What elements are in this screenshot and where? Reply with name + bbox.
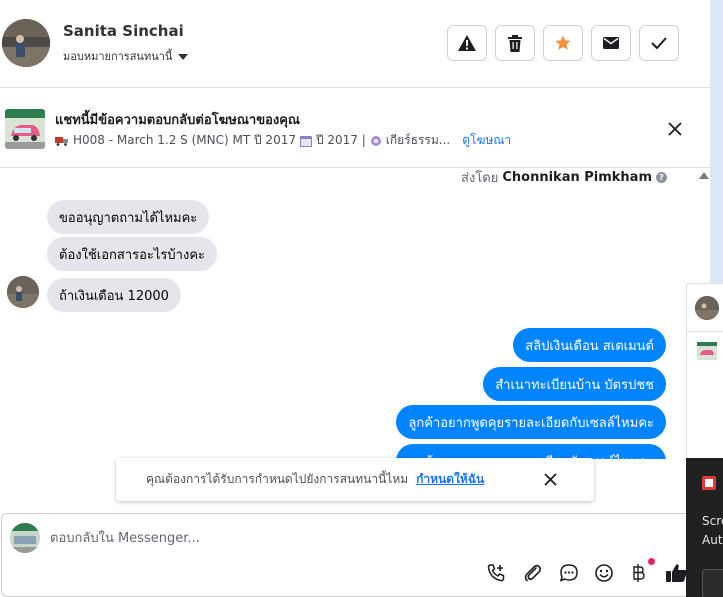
ad-year-text: ปี 2017 |: [315, 133, 366, 147]
ad-banner-title: แชทนี้มีข้อความตอบกลับต่อโฆษณาของคุณ: [55, 113, 300, 128]
incoming-message[interactable]: ขออนุญาตถามได้ไหมคะ: [47, 200, 210, 234]
notification-dot: [648, 558, 655, 565]
emoji-icon: [595, 564, 613, 582]
delete-button[interactable]: [495, 25, 535, 61]
close-icon: [668, 122, 682, 136]
assign-prompt-text: คุณต้องการได้รับการกำหนดไปยังการสนทนานี้…: [146, 472, 409, 486]
view-ad-link[interactable]: ดูโฆษณา: [462, 131, 511, 150]
app-logo-icon: [702, 476, 716, 490]
assign-to-me-link[interactable]: กำหนดให้ฉัน: [416, 470, 484, 489]
star-icon: [555, 35, 571, 50]
panel-divider: [687, 331, 723, 332]
saved-replies-button[interactable]: [558, 562, 580, 584]
outgoing-message[interactable]: สำเนาทะเบียนบ้าน บัตรปชช: [483, 367, 666, 401]
screen-recorder-popup[interactable]: Scre Aut: [686, 458, 723, 597]
assign-prompt-toast: คุณต้องการได้รับการกำหนดไปยังการสนทนานี้…: [116, 458, 594, 501]
side-contact-avatar[interactable]: [695, 296, 719, 320]
outgoing-message[interactable]: สลิปเงินเดือน สเตเมนต์: [513, 328, 666, 362]
ad-vehicle-text: H008 - March 1.2 S (MNC) MT ปี 2017: [73, 133, 296, 147]
assign-conversation-dropdown[interactable]: มอบหมายการสนทนานี้: [63, 47, 189, 65]
caret-down-icon: [178, 53, 189, 60]
payment-button[interactable]: [628, 562, 650, 584]
contact-name[interactable]: Sanita Sinchai: [63, 22, 184, 40]
gear-icon: [370, 135, 381, 146]
mark-done-button[interactable]: [639, 25, 679, 61]
follow-up-button[interactable]: [543, 25, 583, 61]
message-input[interactable]: [50, 528, 650, 548]
message-thread[interactable]: ส่งโดย Chonnikan Pimkham ? ขออนุญาตถามได…: [0, 169, 697, 459]
mark-unread-button[interactable]: [591, 25, 631, 61]
calendar-icon: [299, 135, 312, 147]
popup-line-1: Scre: [702, 514, 723, 528]
ad-thumbnail[interactable]: [5, 109, 45, 149]
truck-icon: [55, 136, 68, 146]
sent-by-name: Chonnikan Pimkham: [502, 170, 652, 185]
ad-reply-banner: แชทนี้มีข้อความตอบกลับต่อโฆษณาของคุณ H00…: [0, 89, 710, 168]
contact-avatar-small: [7, 276, 39, 308]
ad-details: H008 - March 1.2 S (MNC) MT ปี 2017 ปี 2…: [55, 131, 511, 150]
emoji-button[interactable]: [593, 562, 615, 584]
baht-icon: [633, 564, 645, 582]
outgoing-message[interactable]: ลูกค้าอยากพูดคุยรายละเอียดกับเซลล์ไหมคะ: [396, 405, 666, 439]
call-add-icon: [487, 564, 505, 582]
like-icon: [666, 564, 687, 582]
send-like-button[interactable]: [666, 562, 688, 584]
check-icon: [651, 37, 667, 49]
attachment-icon: [524, 564, 542, 582]
help-icon[interactable]: ?: [656, 172, 667, 183]
call-add-button[interactable]: [485, 562, 507, 584]
warning-icon: [458, 35, 476, 51]
assign-label: มอบหมายการสนทนานี้: [63, 50, 173, 63]
page-avatar: [10, 523, 40, 553]
contact-avatar[interactable]: [2, 19, 50, 67]
envelope-icon: [603, 37, 619, 49]
close-ad-banner-button[interactable]: [665, 119, 685, 139]
popup-action-button[interactable]: [702, 569, 723, 597]
report-spam-button[interactable]: [447, 25, 487, 61]
outgoing-message[interactable]: ลูกค้าอยากพูดคุยรายละเอียดกับเซลล์ไหมคะ: [396, 444, 666, 459]
side-ad-thumbnail[interactable]: [697, 342, 717, 360]
sent-by-prefix: ส่งโดย: [461, 171, 499, 186]
attach-file-button[interactable]: [522, 562, 544, 584]
ad-gear-text: เกียร์ธรรม...: [385, 133, 451, 147]
reply-composer: [1, 513, 697, 597]
close-icon: [544, 473, 557, 486]
scroll-up-arrow-icon[interactable]: [699, 172, 709, 179]
conversation-header: Sanita Sinchai มอบหมายการสนทนานี้: [0, 0, 710, 88]
sent-by-label: ส่งโดย Chonnikan Pimkham ?: [461, 169, 667, 188]
saved-reply-icon: [559, 564, 578, 582]
close-toast-button[interactable]: [542, 471, 559, 488]
incoming-message[interactable]: ถ้าเงินเดือน 12000: [47, 278, 181, 312]
incoming-message[interactable]: ต้องใช้เอกสารอะไรบ้างคะ: [47, 237, 217, 271]
trash-icon: [508, 34, 522, 52]
popup-line-2: Aut: [702, 533, 723, 547]
side-chat-panel[interactable]: [686, 283, 723, 458]
